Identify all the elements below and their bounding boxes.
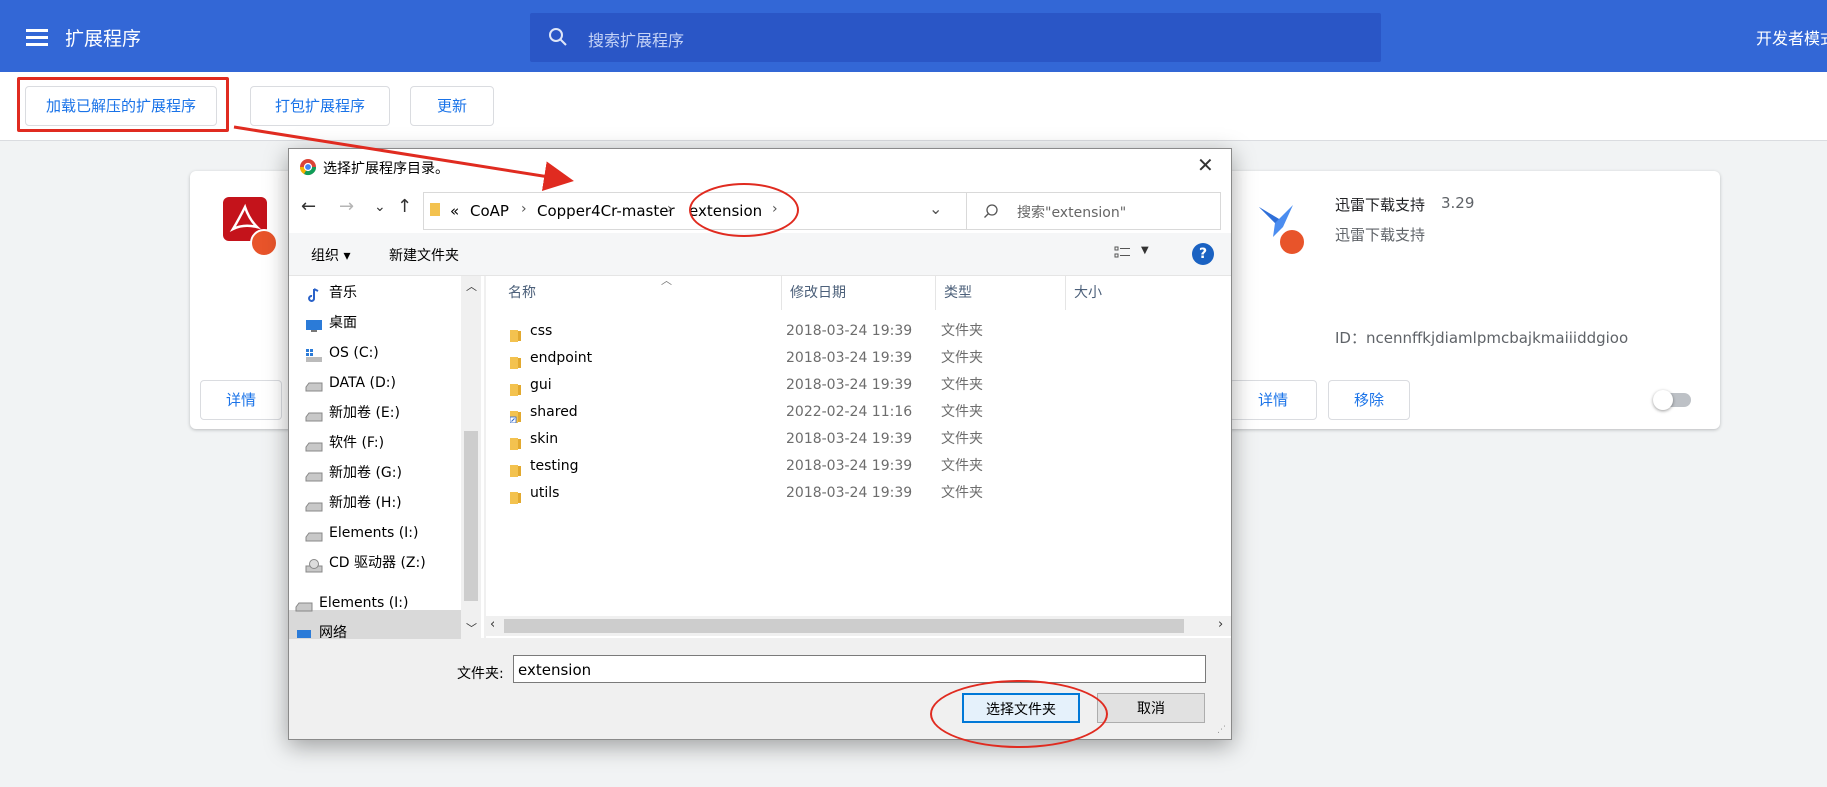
annotation-arrow xyxy=(233,125,574,192)
